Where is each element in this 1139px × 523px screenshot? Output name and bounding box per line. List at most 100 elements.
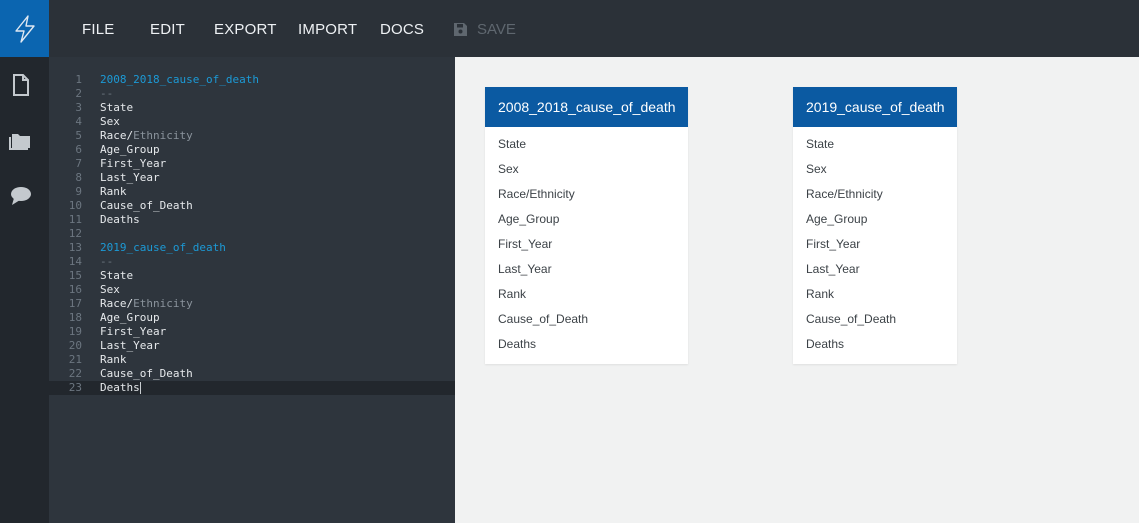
- table-field[interactable]: Race/Ethnicity: [485, 182, 688, 207]
- code-line[interactable]: 19 First_Year: [49, 325, 455, 339]
- code-line[interactable]: 12: [49, 227, 455, 241]
- code-line[interactable]: 14 --: [49, 255, 455, 269]
- left-rail: [0, 0, 49, 523]
- line-number: 20: [68, 339, 82, 352]
- menu-file[interactable]: FILE: [82, 21, 114, 39]
- line-number: 3: [75, 101, 82, 114]
- table-field[interactable]: Rank: [793, 282, 957, 307]
- code-line[interactable]: 1 2008_2018_cause_of_death: [49, 73, 455, 87]
- menu-export[interactable]: EXPORT: [214, 21, 277, 39]
- code-text: Race/Ethnicity: [100, 297, 193, 310]
- table-field[interactable]: Last_Year: [793, 257, 957, 282]
- code-text: Cause_of_Death: [100, 367, 193, 380]
- table-field[interactable]: Sex: [793, 157, 957, 182]
- code-text: First_Year: [100, 157, 167, 170]
- code-line[interactable]: 13 2019_cause_of_death: [49, 241, 455, 255]
- table-field[interactable]: Deaths: [793, 332, 957, 357]
- lightning-logo-icon[interactable]: [0, 0, 49, 57]
- code-line[interactable]: 4 Sex: [49, 115, 455, 129]
- code-line[interactable]: 15 State: [49, 269, 455, 283]
- code-line[interactable]: 16 Sex: [49, 283, 455, 297]
- line-number: 23: [68, 381, 82, 394]
- schema-code-editor[interactable]: 1 2008_2018_cause_of_death 2 -- 3 State 4 Sex 5 R…: [49, 57, 455, 523]
- code-text: Age_Group: [100, 143, 160, 156]
- code-text: State: [100, 269, 134, 282]
- table-field[interactable]: First_Year: [485, 232, 688, 257]
- code-text: Last_Year: [100, 339, 160, 352]
- floppy-disk-icon: [454, 23, 467, 36]
- code-line[interactable]: 6 Age_Group: [49, 143, 455, 157]
- line-number: 21: [68, 353, 82, 366]
- table-field[interactable]: Deaths: [485, 332, 688, 357]
- table-field[interactable]: Last_Year: [485, 257, 688, 282]
- code-text: Rank: [100, 353, 127, 366]
- line-number: 15: [68, 269, 82, 282]
- line-number: 17: [68, 297, 82, 310]
- table-field[interactable]: Rank: [485, 282, 688, 307]
- code-line[interactable]: 22 Cause_of_Death: [49, 367, 455, 381]
- line-number: 6: [75, 143, 82, 156]
- chat-bubble-icon[interactable]: [9, 184, 33, 208]
- table-fields: State Sex Race/Ethnicity Age_Group First_Yea…: [793, 127, 957, 364]
- save-label: SAVE: [477, 21, 516, 38]
- table-field[interactable]: Race/Ethnicity: [793, 182, 957, 207]
- code-line[interactable]: 7 First_Year: [49, 157, 455, 171]
- code-line[interactable]: 8 Last_Year: [49, 171, 455, 185]
- code-line[interactable]: 9 Rank: [49, 185, 455, 199]
- table-field[interactable]: First_Year: [793, 232, 957, 257]
- line-number: 2: [75, 87, 82, 100]
- code-line[interactable]: 10 Cause_of_Death: [49, 199, 455, 213]
- table-fields: State Sex Race/Ethnicity Age_Group First_Yea…: [485, 127, 688, 364]
- line-number: 9: [75, 185, 82, 198]
- line-number: 14: [68, 255, 82, 268]
- code-line[interactable]: 11 Deaths: [49, 213, 455, 227]
- diagram-canvas[interactable]: 2008_2018_cause_of_death State Sex Race/Et…: [455, 57, 1139, 523]
- code-text: Last_Year: [100, 171, 160, 184]
- code-text: --: [100, 87, 114, 100]
- table-field[interactable]: Age_Group: [793, 207, 957, 232]
- code-text: --: [100, 255, 114, 268]
- line-number: 5: [75, 129, 82, 142]
- line-number: 12: [68, 227, 82, 240]
- text-cursor: [139, 382, 141, 394]
- line-number: 22: [68, 367, 82, 380]
- table-field[interactable]: Cause_of_Death: [793, 307, 957, 332]
- table-card-2008-2018[interactable]: 2008_2018_cause_of_death State Sex Race/Et…: [485, 87, 688, 364]
- folder-icon[interactable]: [9, 128, 33, 152]
- code-line[interactable]: 2 --: [49, 87, 455, 101]
- code-line[interactable]: 17 Race/Ethnicity: [49, 297, 455, 311]
- code-lines[interactable]: 1 2008_2018_cause_of_death 2 -- 3 State 4 Sex 5 R…: [49, 73, 455, 395]
- code-text: Rank: [100, 185, 127, 198]
- code-line[interactable]: 20 Last_Year: [49, 339, 455, 353]
- code-text: First_Year: [100, 325, 167, 338]
- code-line[interactable]: 5 Race/Ethnicity: [49, 129, 455, 143]
- code-text: Race/Ethnicity: [100, 129, 193, 142]
- table-title[interactable]: 2008_2018_cause_of_death: [485, 87, 688, 127]
- line-number: 7: [75, 157, 82, 170]
- table-card-2019[interactable]: 2019_cause_of_death State Sex Race/Ethnici…: [793, 87, 957, 364]
- code-text: Deaths: [100, 213, 140, 226]
- menu-edit[interactable]: EDIT: [150, 21, 185, 39]
- code-text: State: [100, 101, 134, 114]
- code-line[interactable]: 18 Age_Group: [49, 311, 455, 325]
- menu-import[interactable]: IMPORT: [298, 21, 357, 39]
- table-field[interactable]: Age_Group: [485, 207, 688, 232]
- line-number: 4: [75, 115, 82, 128]
- code-text: Age_Group: [100, 311, 160, 324]
- menu-docs[interactable]: DOCS: [380, 21, 424, 39]
- code-text: Deaths: [100, 381, 140, 394]
- save-button[interactable]: SAVE: [454, 21, 516, 38]
- code-line[interactable]: 23 Deaths: [49, 381, 455, 395]
- table-field[interactable]: State: [793, 132, 957, 157]
- line-number: 1: [75, 73, 82, 86]
- table-field[interactable]: State: [485, 132, 688, 157]
- table-field[interactable]: Sex: [485, 157, 688, 182]
- table-field[interactable]: Cause_of_Death: [485, 307, 688, 332]
- code-line[interactable]: 21 Rank: [49, 353, 455, 367]
- code-line[interactable]: 3 State: [49, 101, 455, 115]
- table-title[interactable]: 2019_cause_of_death: [793, 87, 957, 127]
- document-icon[interactable]: [9, 73, 33, 97]
- line-number: 18: [68, 311, 82, 324]
- code-text: 2019_cause_of_death: [100, 241, 226, 254]
- line-number: 10: [68, 199, 82, 212]
